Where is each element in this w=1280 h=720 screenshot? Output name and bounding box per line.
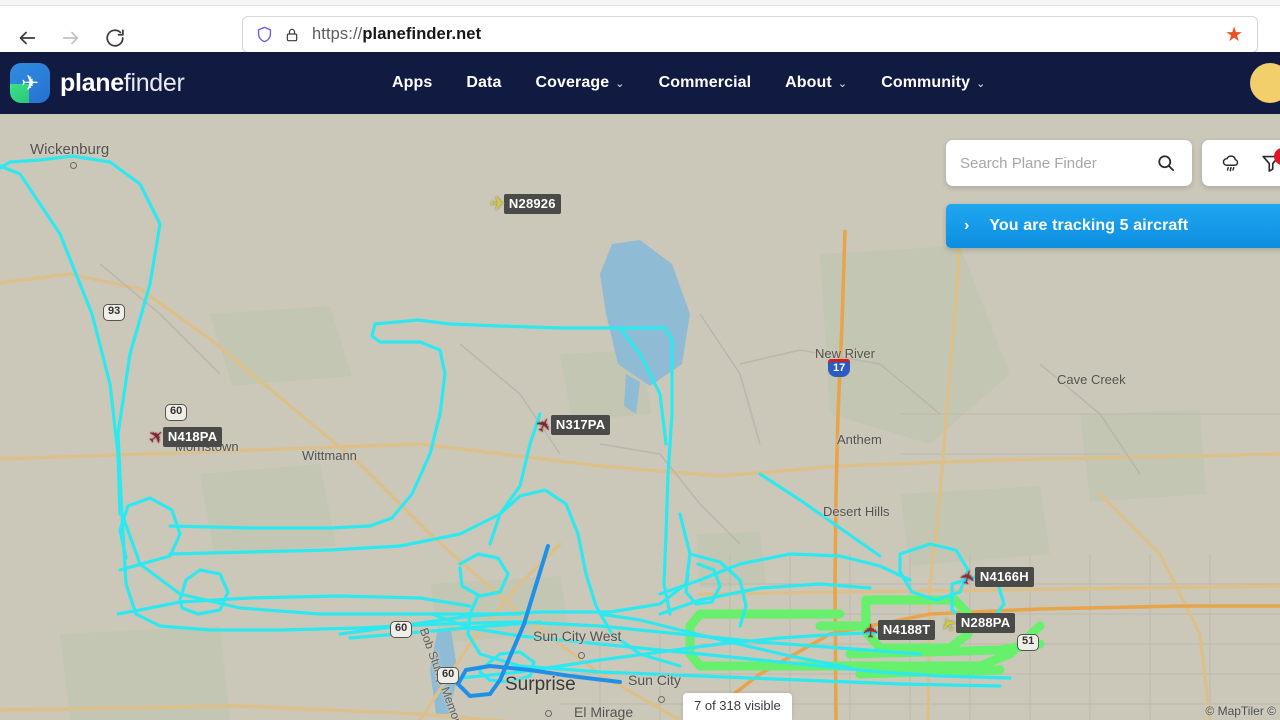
aircraft-callsign-label: N317PA [550,415,611,435]
logo-text-light: finder [123,68,185,97]
aircraft-callsign-label: N418PA [162,427,223,447]
search-icon[interactable] [1156,153,1176,173]
aircraft-marker-icon: ✈ [861,622,883,638]
main-navigation: Apps Data Coverage ⌄ Commercial About ⌄ … [392,52,985,114]
rain-cloud-icon[interactable] [1220,152,1242,174]
search-input[interactable] [960,154,1130,172]
route-shield-i17: 17 [828,359,851,377]
chevron-down-icon: ⌄ [837,77,848,90]
aircraft-marker-n317pa[interactable]: ✈ N317PA [532,413,611,437]
nav-label: About [785,74,832,91]
search-box[interactable] [946,140,1192,186]
map-attribution[interactable]: © MapTiler © [1205,704,1276,718]
chevron-down-icon: ⌄ [615,77,625,90]
filter-funnel-icon[interactable]: 1 [1260,148,1280,174]
nav-label: Data [466,74,502,91]
city-dot [578,652,585,659]
aircraft-callsign-label: N4188T [877,620,936,640]
nav-label: Coverage [535,74,610,91]
aircraft-marker-n4188t[interactable]: ✈ N4188T [861,620,936,640]
airplane-icon: ✈ [21,71,39,95]
aircraft-marker-n28926[interactable]: ✈ N28926 [490,194,561,214]
route-shield-51: 51 [1017,634,1040,651]
nav-item-about[interactable]: About ⌄ [785,74,847,92]
map-tools: 1 [1202,140,1280,186]
url-text: https://planefinder.net [312,25,481,44]
route-shield-60b: 60 [390,621,413,638]
browser-window: https://planefinder.net ★ ✈ planefinder … [0,0,1280,720]
nav-item-commercial[interactable]: Commercial [659,74,752,92]
aircraft-marker-icon: ✈ [490,193,506,215]
shield-icon[interactable] [255,25,274,44]
aircraft-callsign-label: N288PA [955,613,1016,633]
logo-wordmark: planefinder [60,69,185,98]
aircraft-callsign-label: N28926 [503,194,561,214]
logo-mark: ✈ [10,63,50,103]
site-header: ✈ planefinder Apps Data Coverage ⌄ Comme… [0,52,1280,114]
nav-item-data[interactable]: Data [466,74,501,92]
city-dot [658,696,665,703]
nav-label: Community [881,74,971,91]
chevron-down-icon: ⌄ [976,77,986,90]
avatar[interactable] [1250,63,1280,103]
city-dot [70,162,77,169]
city-dot [545,710,552,717]
tracking-banner[interactable]: › You are tracking 5 aircraft [946,204,1280,248]
aircraft-callsign-label: N4166H [974,567,1034,587]
chevron-right-icon: › [964,217,970,234]
logo-text-bold: plane [60,68,124,97]
route-shield-60a: 60 [165,404,188,421]
nav-item-coverage[interactable]: Coverage ⌄ [536,74,625,92]
aircraft-marker-n4166h[interactable]: ✈ N4166H [957,567,1034,587]
aircraft-marker-n418pa[interactable]: ✈ N418PA [144,424,223,450]
route-shield-60c: 60 [437,667,460,684]
site-logo[interactable]: ✈ planefinder [10,63,185,103]
tracking-banner-text: You are tracking 5 aircraft [989,217,1189,234]
url-domain: planefinder.net [362,25,482,43]
nav-item-community[interactable]: Community ⌄ [881,74,985,92]
nav-label: Apps [392,74,433,91]
aircraft-marker-n288pa[interactable]: ✈ N288PA [937,611,1016,635]
address-bar[interactable]: https://planefinder.net ★ [242,16,1258,53]
star-icon[interactable]: ★ [1225,25,1243,45]
route-shield-93: 93 [103,304,126,321]
lock-icon[interactable] [284,27,300,43]
nav-item-apps[interactable]: Apps [392,74,432,92]
visible-aircraft-count: 7 of 318 visible [683,693,792,720]
nav-label: Commercial [658,74,752,91]
url-scheme: https:// [312,25,363,43]
